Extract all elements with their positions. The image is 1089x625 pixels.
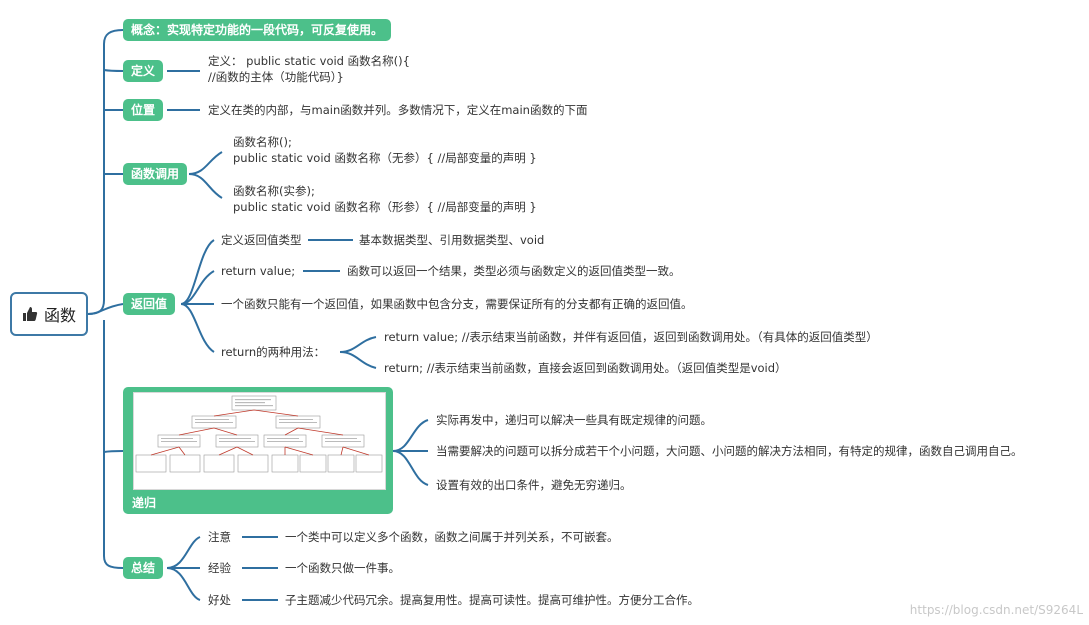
call-item-2-line-1: 函数名称(实参);: [233, 184, 315, 198]
watermark: https://blog.csdn.net/S9264L: [909, 603, 1083, 617]
return-type-label: 定义返回值类型: [221, 233, 302, 247]
call-item-1-line-1: 函数名称();: [233, 135, 292, 149]
recursion-point-1: 实际再发中，递归可以解决一些具有既定规律的问题。: [436, 413, 712, 427]
definition-line-2: //函数的主体（功能代码）}: [208, 70, 344, 84]
recursion-call-tree: [135, 395, 383, 473]
summary-note-label: 注意: [208, 530, 231, 544]
call-item-2-line-2: public static void 函数名称（形参）{ //局部变量的声明 }: [233, 200, 537, 214]
definition-line-1: 定义： public static void 函数名称(){: [208, 54, 410, 68]
recursion-label: 递归: [132, 496, 157, 510]
return-usage-1: return value; //表示结束当前函数，并伴有返回值，返回到函数调用处…: [384, 330, 878, 344]
recursion-node[interactable]: 递归: [123, 387, 393, 514]
summary-benefit-label: 好处: [208, 593, 231, 607]
concept-node[interactable]: 概念：实现特定功能的一段代码，可反复使用。: [123, 19, 392, 41]
recursion-diagram-image: [133, 392, 386, 490]
return-usage-label: return的两种用法：: [221, 345, 326, 359]
call-item-1-line-2: public static void 函数名称（无参）{ //局部变量的声明 }: [233, 151, 537, 165]
summary-note-text: 一个类中可以定义多个函数，函数之间属于并列关系，不可嵌套。: [285, 530, 619, 544]
position-text: 定义在类的内部，与main函数并列。多数情况下，定义在main函数的下面: [208, 103, 588, 117]
return-stmt-text: 函数可以返回一个结果，类型必须与函数定义的返回值类型一致。: [347, 264, 681, 278]
summary-node[interactable]: 总结: [123, 557, 164, 579]
position-node[interactable]: 位置: [123, 99, 164, 121]
recursion-point-3: 设置有效的出口条件，避免无穷递归。: [436, 478, 632, 492]
return-single-text: 一个函数只能有一个返回值，如果函数中包含分支，需要保证所有的分支都有正确的返回值…: [221, 297, 693, 311]
summary-exp-text: 一个函数只做一件事。: [285, 561, 400, 575]
thumbs-up-icon: [22, 307, 38, 321]
return-stmt-label: return value;: [221, 264, 296, 278]
root-label: 函数: [43, 306, 76, 325]
recursion-point-2: 当需要解决的问题可以拆分成若干个小问题，大问题、小问题的解决方法相同，有特定的规…: [436, 444, 1023, 458]
summary-benefit-text: 子主题减少代码冗余。提高复用性。提高可读性。提高可维护性。方便分工合作。: [285, 593, 699, 607]
call-node[interactable]: 函数调用: [123, 163, 188, 185]
root-node[interactable]: 函数: [10, 292, 88, 336]
return-usage-2: return; //表示结束当前函数，直接会返回到函数调用处。（返回值类型是vo…: [384, 361, 787, 375]
return-value-node[interactable]: 返回值: [123, 293, 176, 315]
definition-node[interactable]: 定义: [123, 60, 164, 82]
summary-exp-label: 经验: [208, 561, 231, 575]
return-type-text: 基本数据类型、引用数据类型、void: [359, 233, 545, 247]
